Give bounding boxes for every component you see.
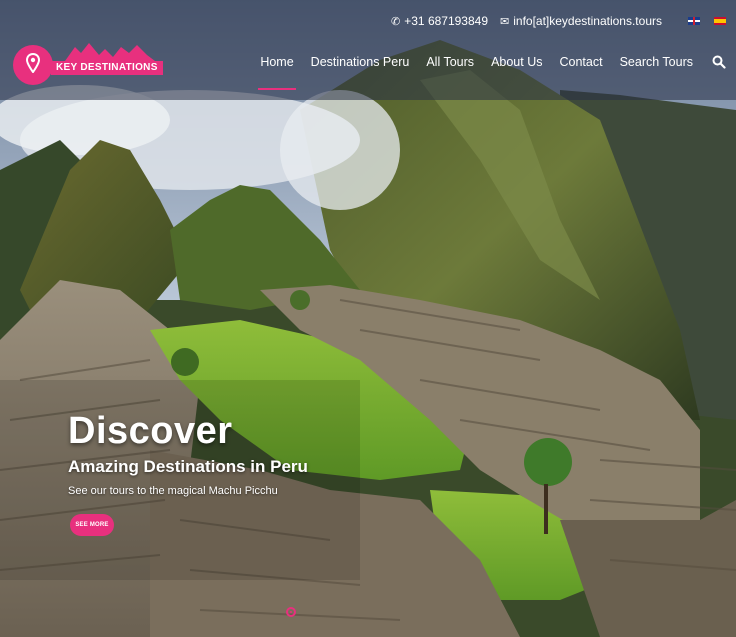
nav-all-tours[interactable]: All Tours [426, 55, 474, 69]
phone-contact[interactable]: ✆ +31 687193849 [391, 14, 488, 28]
email-contact[interactable]: ✉ info[at]keydestinations.tours [500, 14, 662, 28]
site-logo[interactable]: KEY DESTINATIONS [13, 43, 163, 87]
logo-text: KEY DESTINATIONS [51, 61, 163, 75]
slider-indicator-dot[interactable] [286, 607, 296, 617]
envelope-icon: ✉ [500, 15, 510, 28]
english-flag-icon[interactable] [688, 17, 700, 25]
email-address: info[at]keydestinations.tours [513, 14, 662, 28]
hero-title: Discover [68, 410, 233, 452]
spanish-flag-icon[interactable] [714, 17, 726, 25]
nav-contact[interactable]: Contact [559, 55, 602, 69]
nav-about-us[interactable]: About Us [491, 55, 542, 69]
contact-topbar: ✆ +31 687193849 ✉ info[at]keydestination… [391, 12, 736, 30]
map-pin-icon [26, 53, 40, 73]
mountains-logo-icon [65, 43, 155, 61]
site-header: ✆ +31 687193849 ✉ info[at]keydestination… [0, 0, 736, 100]
nav-home[interactable]: Home [258, 55, 297, 90]
hero-subtitle: Amazing Destinations in Peru [68, 457, 308, 476]
main-navigation: Home Destinations Peru All Tours About U… [258, 52, 736, 90]
see-more-button[interactable]: SEE MORE [70, 514, 114, 536]
hero-description: See our tours to the magical Machu Picch… [68, 485, 278, 497]
phone-number: +31 687193849 [404, 14, 489, 28]
nav-search-tours[interactable]: Search Tours [620, 55, 693, 69]
nav-destinations-peru[interactable]: Destinations Peru [311, 55, 410, 69]
phone-icon: ✆ [391, 15, 401, 28]
search-icon[interactable] [712, 55, 726, 69]
